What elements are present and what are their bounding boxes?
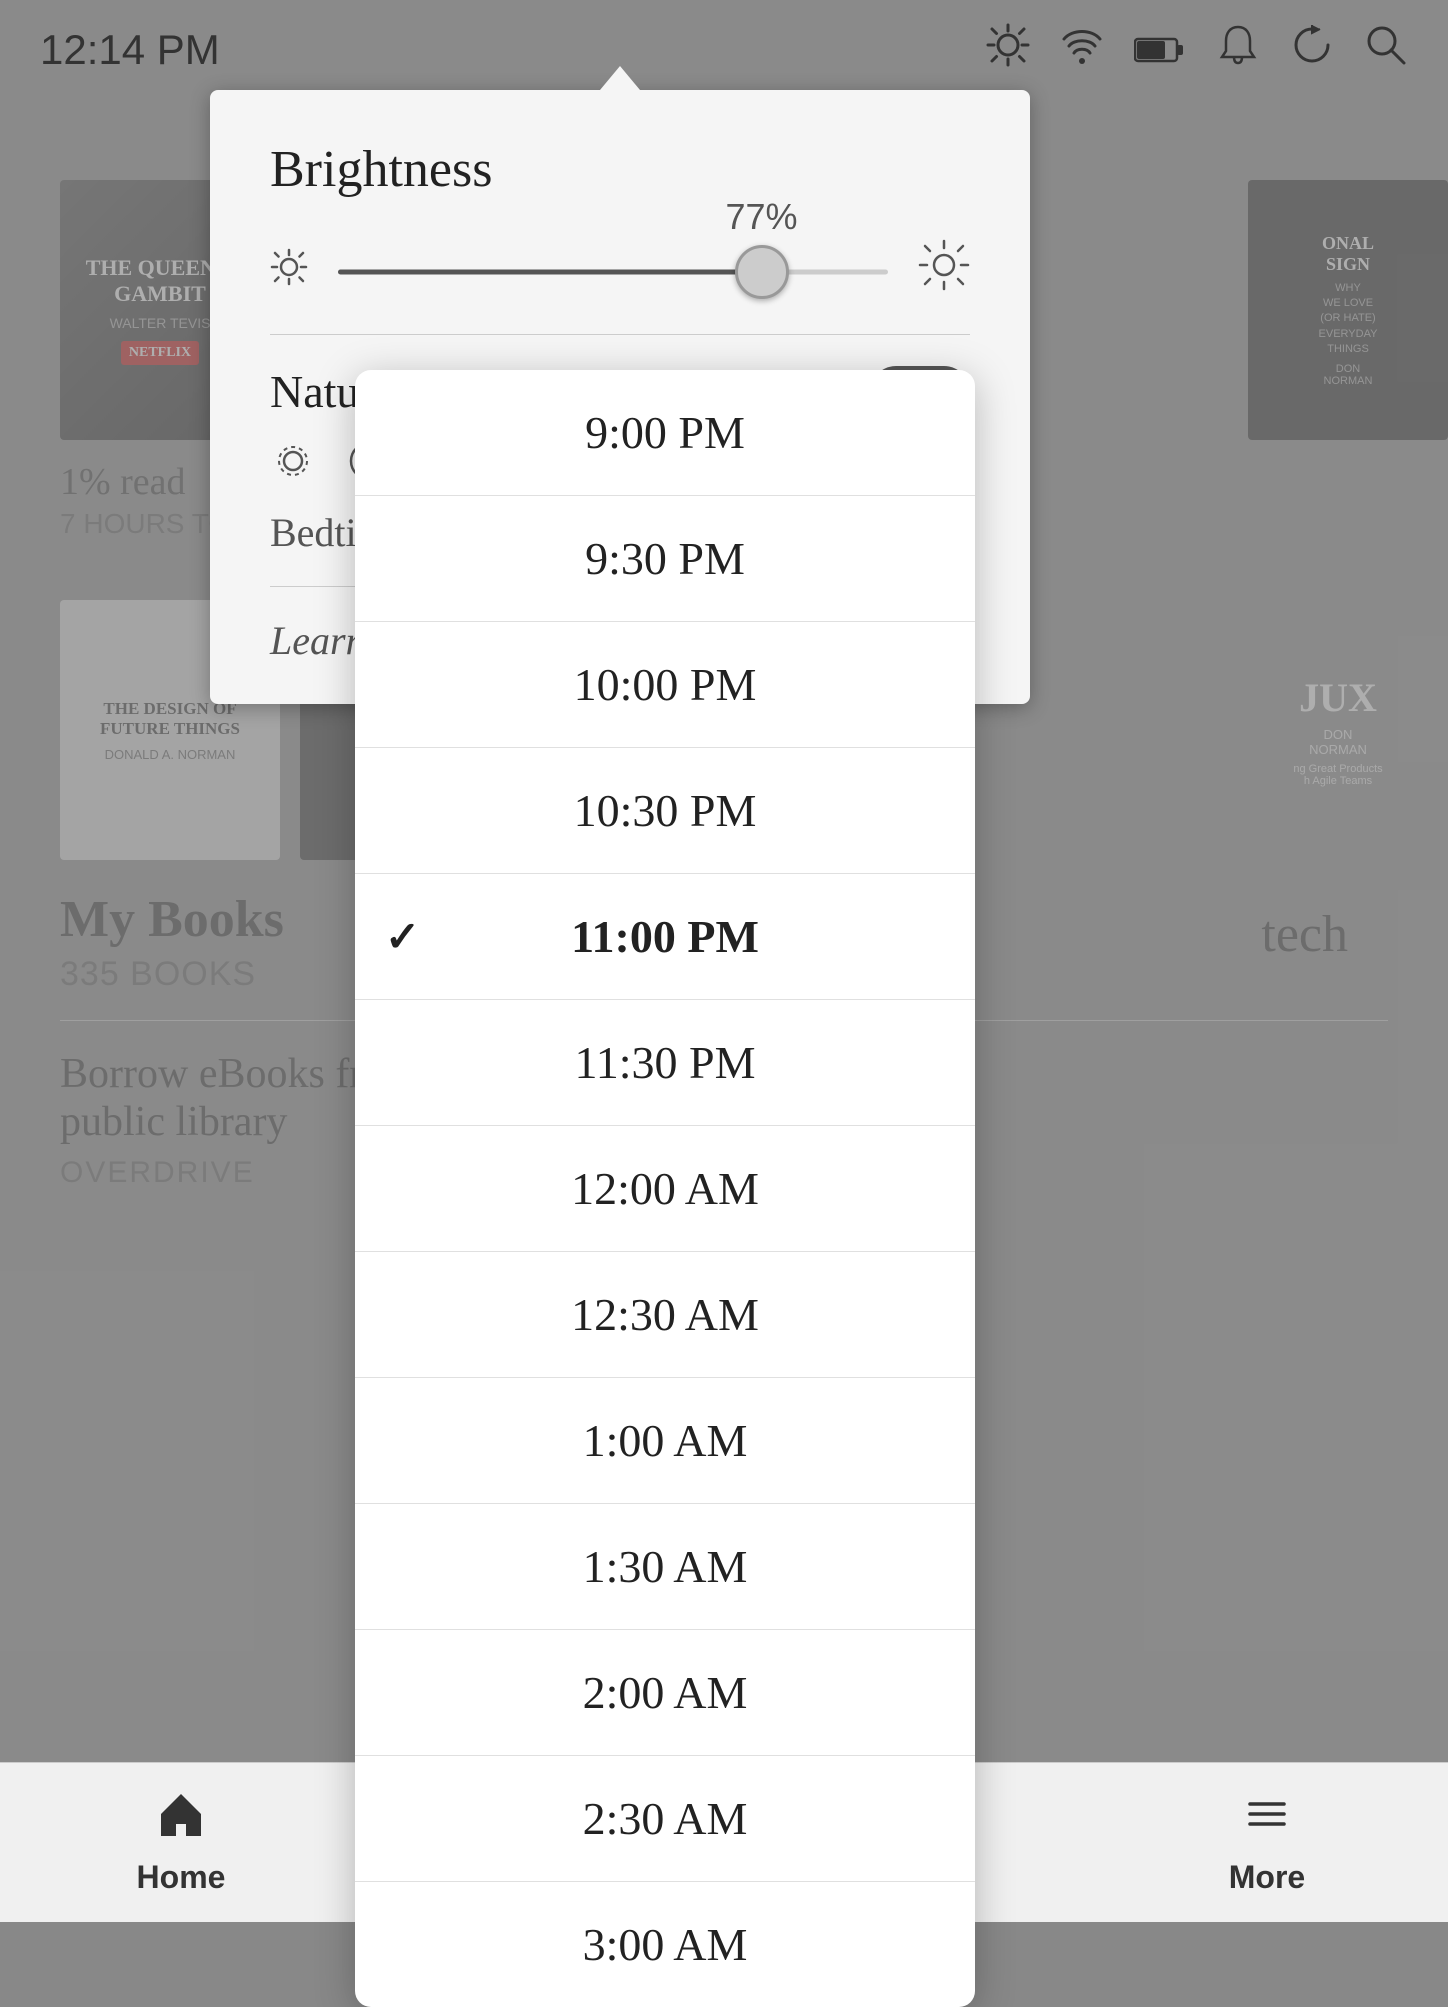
notification-icon[interactable] bbox=[1216, 23, 1260, 78]
home-label: Home bbox=[137, 1859, 226, 1896]
home-icon bbox=[156, 1789, 206, 1851]
time-option-300am[interactable]: 3:00 AM bbox=[355, 1882, 975, 2007]
time-picker: 9:00 PM 9:30 PM 10:00 PM 10:30 PM ✓ 11:0… bbox=[355, 370, 975, 2007]
warm-sun-icon bbox=[270, 438, 316, 489]
nav-home[interactable]: Home bbox=[0, 1789, 362, 1896]
divider-1 bbox=[270, 334, 970, 335]
panel-arrow bbox=[600, 66, 640, 90]
time-option-1200am[interactable]: 12:00 AM bbox=[355, 1126, 975, 1252]
battery-icon bbox=[1134, 25, 1186, 76]
wifi-icon bbox=[1060, 23, 1104, 78]
nav-more[interactable]: More bbox=[1086, 1789, 1448, 1896]
brightness-status-icon[interactable] bbox=[986, 23, 1030, 78]
time-option-100am[interactable]: 1:00 AM bbox=[355, 1378, 975, 1504]
time-option-200am[interactable]: 2:00 AM bbox=[355, 1630, 975, 1756]
time-option-1230am[interactable]: 12:30 AM bbox=[355, 1252, 975, 1378]
brightness-value: 77% bbox=[725, 196, 797, 238]
time-option-130am[interactable]: 1:30 AM bbox=[355, 1504, 975, 1630]
sun-large-icon bbox=[918, 239, 970, 304]
time-option-1130pm[interactable]: 11:30 PM bbox=[355, 1000, 975, 1126]
time-option-1030pm[interactable]: 10:30 PM bbox=[355, 748, 975, 874]
brightness-slider-row: 77% bbox=[270, 239, 970, 304]
time-option-1100pm[interactable]: ✓ 11:00 PM bbox=[355, 874, 975, 1000]
time-option-230am[interactable]: 2:30 AM bbox=[355, 1756, 975, 1882]
status-time: 12:14 PM bbox=[40, 26, 220, 74]
more-label: More bbox=[1229, 1859, 1305, 1896]
brightness-title: Brightness bbox=[270, 140, 970, 199]
status-bar: 12:14 PM bbox=[0, 0, 1448, 100]
sun-small-icon bbox=[270, 248, 308, 296]
search-icon[interactable] bbox=[1364, 23, 1408, 78]
sync-icon[interactable] bbox=[1290, 23, 1334, 78]
brightness-slider[interactable]: 77% bbox=[338, 242, 888, 302]
more-icon bbox=[1242, 1789, 1292, 1851]
status-icons bbox=[986, 23, 1408, 78]
time-option-930pm[interactable]: 9:30 PM bbox=[355, 496, 975, 622]
time-option-1000pm[interactable]: 10:00 PM bbox=[355, 622, 975, 748]
time-option-900pm[interactable]: 9:00 PM bbox=[355, 370, 975, 496]
selected-checkmark: ✓ bbox=[385, 912, 420, 962]
